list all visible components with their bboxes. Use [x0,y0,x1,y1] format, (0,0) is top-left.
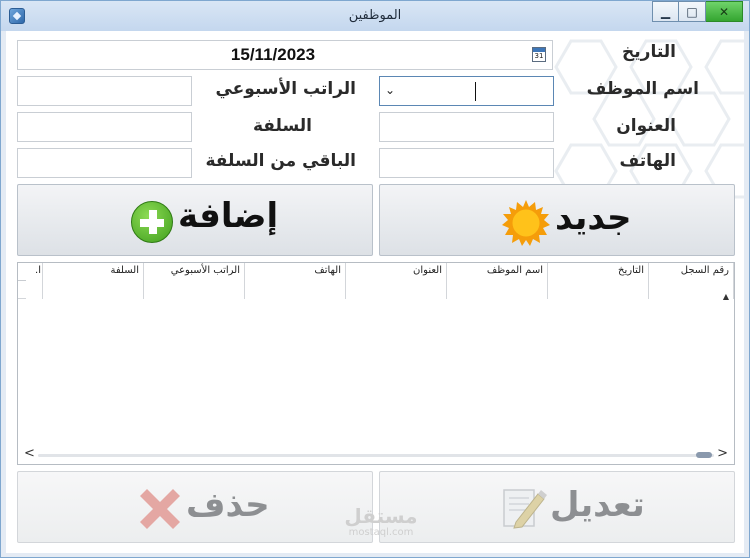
watermark-sub: mostaql.com [348,527,414,538]
maximize-button[interactable]: □ [679,1,706,22]
scroll-right-button[interactable]: > [717,446,728,461]
scroll-left-button[interactable]: < [24,446,35,461]
new-button[interactable]: جديد [379,184,735,256]
add-button[interactable]: إضافة [17,184,373,256]
table-cell[interactable] [245,281,346,299]
address-input[interactable] [379,112,554,142]
text-caret [475,82,476,101]
date-label: التاريخ [622,42,676,62]
horizontal-scrollbar[interactable]: < > [18,446,734,464]
sun-icon [502,200,550,246]
phone-input[interactable] [379,148,554,178]
table-cell[interactable] [447,281,548,299]
edit-button[interactable]: تعديل [379,471,735,543]
advance-label: السلفة [253,116,312,136]
delete-button[interactable]: حذف [17,471,373,543]
column-header[interactable]: ا. [26,263,43,281]
column-header[interactable]: رقم السجل [649,263,734,281]
scrollbar-track[interactable] [38,454,714,457]
table-cell[interactable] [144,281,245,299]
calendar-icon[interactable]: 31 [532,47,546,62]
close-button[interactable]: ✕ [706,1,743,22]
table-cell[interactable] [43,281,144,299]
window-controls: ▁ □ ✕ [652,1,743,22]
table-row[interactable] [18,281,734,299]
delete-button-label: حذف [186,485,270,525]
column-header[interactable]: الهاتف [245,263,346,281]
triangle-up-icon: ▲ [722,291,730,301]
calendar-day: 31 [534,52,544,60]
new-button-label: جديد [555,198,632,238]
remaining-advance-label: الباقي من السلفة [205,151,356,171]
weekly-salary-label: الراتب الأسبوعي [215,79,356,99]
plus-icon [131,201,173,243]
chevron-down-icon[interactable]: ⌄ [385,83,395,97]
pencil-notepad-icon [503,489,547,529]
column-header[interactable]: السلفة [43,263,144,281]
maximize-icon: □ [686,4,698,19]
minimize-button[interactable]: ▁ [652,1,679,22]
column-header[interactable]: الراتب الأسبوعي [144,263,245,281]
edit-button-label: تعديل [550,485,645,525]
table-cell[interactable] [548,281,649,299]
window-title: الموظفين [348,8,402,23]
weekly-salary-input[interactable] [17,76,192,106]
remaining-advance-input[interactable] [17,148,192,178]
x-mark-icon [140,489,180,529]
table-header: رقم السجل التاريخ اسم الموظف العنوان اله… [18,263,734,281]
watermark-text: مستقل [344,504,418,528]
advance-input[interactable] [17,112,192,142]
column-header[interactable]: العنوان [346,263,447,281]
employees-window: الموظفين ▁ □ ✕ التاريخ 15/11/2023 31 اسم… [0,0,750,558]
date-picker[interactable]: 15/11/2023 31 [17,40,553,70]
table-cell[interactable] [346,281,447,299]
phone-label: الهاتف [619,151,676,171]
close-icon: ✕ [718,4,730,19]
address-label: العنوان [616,116,676,136]
title-bar[interactable]: الموظفين ▁ □ ✕ [1,1,749,31]
employee-name-combobox[interactable]: ⌄ [379,76,554,106]
column-header[interactable]: التاريخ [548,263,649,281]
employee-name-label: اسم الموظف [586,79,699,99]
employees-table[interactable]: رقم السجل التاريخ اسم الموظف العنوان اله… [17,262,735,465]
column-header[interactable]: اسم الموظف [447,263,548,281]
scroll-up-button[interactable]: ▲ [718,281,734,311]
minimize-icon: ▁ [660,4,671,19]
table-cell[interactable] [26,281,43,299]
scrollbar-thumb[interactable] [696,452,712,458]
add-button-label: إضافة [178,196,279,236]
date-value: 15/11/2023 [230,45,316,64]
form-area: التاريخ 15/11/2023 31 اسم الموظف ⌄ الرات… [6,31,744,553]
watermark: مستقل mostaql.com [334,505,428,538]
